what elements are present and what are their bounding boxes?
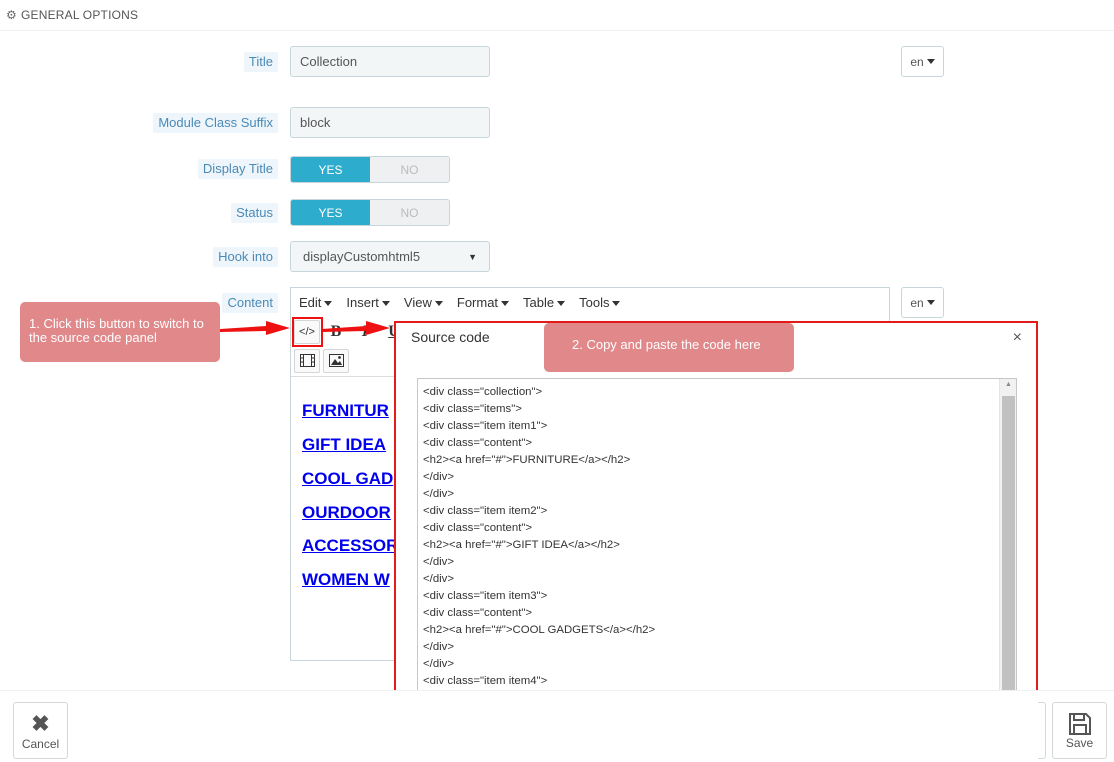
title-lang-value: en: [910, 54, 924, 69]
arrow-2-icon: [322, 321, 390, 335]
form-footer: [0, 690, 1114, 762]
code-line: </div>: [423, 573, 455, 585]
code-line: <div class="content">: [423, 522, 533, 534]
insert-image-button[interactable]: [323, 348, 349, 373]
save-button[interactable]: Save: [1052, 702, 1107, 759]
content-link-cool-gadgets[interactable]: COOL GAD: [302, 469, 393, 489]
code-line: <div class="item item3">: [423, 590, 548, 602]
menu-view[interactable]: View: [404, 295, 443, 310]
display-title-label: Display Title: [197, 159, 278, 179]
title-label: Title: [243, 52, 278, 72]
content-link-accessories[interactable]: ACCESSOR: [302, 536, 398, 556]
status-label: Status: [231, 203, 278, 223]
arrow-1-icon: [220, 321, 290, 335]
content-link-gift-idea[interactable]: GIFT IDEA: [302, 435, 386, 455]
hook-label: Hook into: [213, 247, 278, 267]
menu-insert[interactable]: Insert: [346, 295, 390, 310]
code-line: </div>: [423, 658, 455, 670]
scroll-thumb[interactable]: [1002, 396, 1015, 730]
code-line: <div class="item item1">: [423, 420, 548, 432]
display-title-toggle[interactable]: YES NO: [290, 156, 450, 183]
caret-down-icon: [926, 300, 935, 305]
callout-step-2: 2. Copy and paste the code here: [544, 323, 794, 372]
menu-tools[interactable]: Tools: [579, 295, 621, 310]
menu-edit[interactable]: Edit: [299, 295, 333, 310]
title-input[interactable]: Collection: [290, 46, 490, 77]
code-line: </div>: [423, 471, 455, 483]
callout-step-1: 1. Click this button to switch to the so…: [20, 302, 220, 362]
menu-table[interactable]: Table: [523, 295, 566, 310]
close-icon[interactable]: ×: [1013, 329, 1022, 347]
insert-video-button[interactable]: [294, 348, 320, 373]
image-icon: [328, 354, 344, 367]
select-arrow-icon: ▼: [468, 251, 477, 262]
code-line: </div>: [423, 556, 455, 568]
hidden-button-edge: [1038, 702, 1046, 759]
code-line: <div class="content">: [423, 437, 533, 449]
code-line: <div class="item item4">: [423, 675, 548, 687]
status-toggle[interactable]: YES NO: [290, 199, 450, 226]
code-line: </div>: [423, 641, 455, 653]
close-x-icon: ✖: [31, 710, 50, 736]
film-icon: [299, 354, 315, 367]
title-lang-dropdown[interactable]: en: [901, 46, 944, 77]
editor-menubar: Edit Insert View Format Table Tools: [291, 288, 889, 317]
content-label: Content: [222, 293, 278, 313]
code-line: <div class="content">: [423, 607, 533, 619]
cancel-label: Cancel: [21, 736, 60, 751]
code-line: <h2><a href="#">FURNITURE</a></h2>: [423, 454, 631, 466]
display-title-no[interactable]: NO: [370, 157, 449, 182]
scroll-up-icon[interactable]: ▲: [1000, 381, 1016, 393]
suffix-input[interactable]: block: [290, 107, 490, 138]
content-link-furniture[interactable]: FURNITUR: [302, 401, 389, 421]
content-lang-value: en: [910, 295, 924, 310]
content-link-women[interactable]: WOMEN W: [302, 570, 390, 590]
save-label: Save: [1065, 735, 1094, 750]
panel-title: GENERAL OPTIONS: [20, 8, 139, 22]
caret-down-icon: [926, 59, 935, 64]
content-link-ourdoor[interactable]: OURDOOR: [302, 503, 391, 523]
hook-select[interactable]: displayCustomhtml5 ▼: [290, 241, 490, 272]
menu-format[interactable]: Format: [457, 295, 510, 310]
suffix-label: Module Class Suffix: [153, 113, 278, 133]
code-line: <div class="collection">: [423, 386, 543, 398]
arrows-overlay: [220, 321, 390, 335]
code-line: <h2><a href="#">GIFT IDEA</a></h2>: [423, 539, 620, 551]
save-icon: [1068, 712, 1091, 735]
gears-icon: ⚙: [6, 8, 17, 22]
status-no[interactable]: NO: [370, 200, 449, 225]
modal-title: Source code: [411, 329, 490, 345]
display-title-yes[interactable]: YES: [291, 157, 370, 182]
content-lang-dropdown[interactable]: en: [901, 287, 944, 318]
code-line: <div class="items">: [423, 403, 522, 415]
code-line: </div>: [423, 488, 455, 500]
hook-value: displayCustomhtml5: [303, 249, 421, 264]
code-line: <div class="item item2">: [423, 505, 548, 517]
code-line: <h2><a href="#">COOL GADGETS</a></h2>: [423, 624, 656, 636]
cancel-button[interactable]: ✖ Cancel: [13, 702, 68, 759]
panel-header: ⚙ GENERAL OPTIONS: [0, 0, 1114, 31]
status-yes[interactable]: YES: [291, 200, 370, 225]
